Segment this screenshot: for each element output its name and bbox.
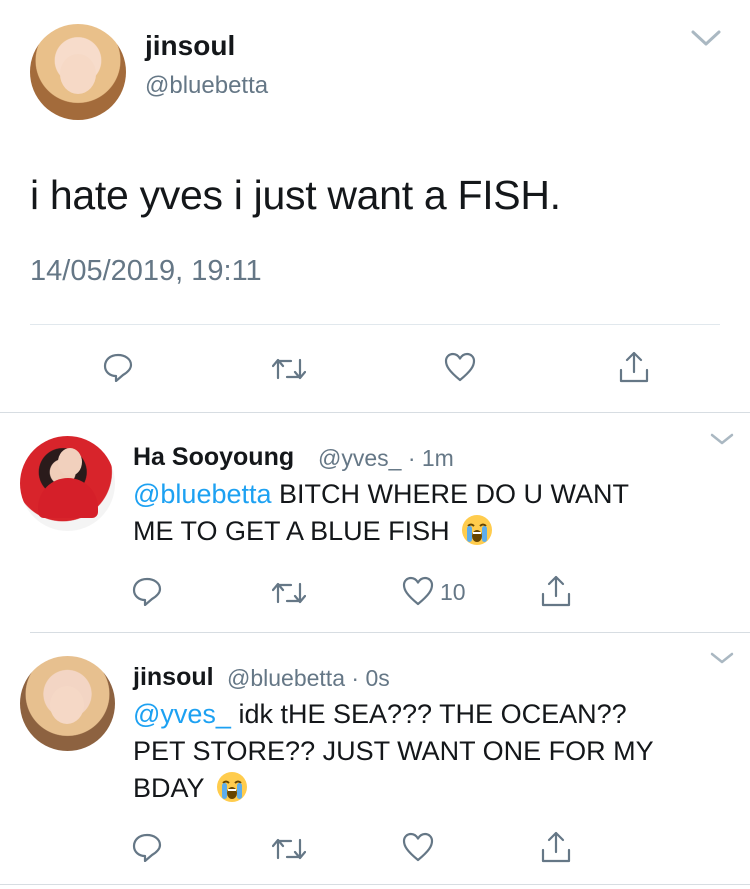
separator: · bbox=[351, 665, 360, 691]
author-name[interactable]: Ha Sooyoung bbox=[133, 443, 294, 472]
like-icon[interactable] bbox=[402, 832, 434, 862]
retweet-icon[interactable] bbox=[272, 356, 306, 382]
share-icon[interactable] bbox=[540, 830, 572, 864]
main-tweet: jinsoul @bluebetta i hate yves i just wa… bbox=[0, 0, 750, 412]
author-name[interactable]: jinsoul bbox=[133, 663, 214, 692]
author-handle[interactable]: @bluebetta bbox=[227, 665, 345, 691]
divider bbox=[0, 884, 750, 885]
tweet-timestamp: 14/05/2019, 19:11 bbox=[30, 255, 262, 287]
like-icon[interactable] bbox=[444, 352, 476, 382]
tweet-meta: @yves_ · 1m bbox=[318, 445, 454, 472]
text-line: ME TO GET A BLUE FISH bbox=[133, 516, 450, 546]
share-icon[interactable] bbox=[618, 350, 650, 384]
chevron-down-icon[interactable] bbox=[690, 28, 722, 48]
tweet-time: 0s bbox=[365, 665, 390, 691]
reply-icon[interactable] bbox=[103, 352, 133, 382]
text-line: BITCH WHERE DO U WANT bbox=[271, 479, 630, 509]
chevron-down-icon[interactable] bbox=[710, 432, 734, 446]
like-count: 10 bbox=[440, 579, 466, 605]
text-line: idk tHE SEA??? THE OCEAN?? bbox=[230, 699, 627, 729]
divider bbox=[30, 632, 750, 633]
loudly-crying-face-icon bbox=[462, 515, 493, 545]
tweet-time: 1m bbox=[421, 445, 454, 471]
reply-icon[interactable] bbox=[132, 832, 162, 862]
avatar[interactable] bbox=[20, 436, 115, 531]
tweet-meta: @bluebetta · 0s bbox=[227, 665, 390, 692]
divider bbox=[30, 324, 720, 325]
divider bbox=[0, 412, 750, 413]
chevron-down-icon[interactable] bbox=[710, 651, 734, 665]
loudly-crying-face-icon bbox=[216, 772, 247, 802]
retweet-icon[interactable] bbox=[272, 836, 306, 862]
text-line: PET STORE?? JUST WANT ONE FOR MY bbox=[133, 736, 654, 766]
separator: · bbox=[407, 445, 416, 471]
reply-icon[interactable] bbox=[132, 576, 162, 606]
text-line: BDAY bbox=[133, 773, 205, 803]
mention-link[interactable]: @yves_ bbox=[133, 699, 231, 729]
retweet-icon[interactable] bbox=[272, 580, 306, 606]
tweet-text: @bluebetta BITCH WHERE DO U WANT ME TO G… bbox=[133, 476, 713, 550]
tweet-text: @yves_ idk tHE SEA??? THE OCEAN?? PET ST… bbox=[133, 696, 713, 807]
tweet-text: i hate yves i just want a FISH. bbox=[30, 172, 561, 218]
share-icon[interactable] bbox=[540, 574, 572, 608]
author-name[interactable]: jinsoul bbox=[145, 30, 235, 62]
like-icon[interactable] bbox=[402, 576, 434, 606]
avatar[interactable] bbox=[20, 656, 115, 751]
author-handle[interactable]: @bluebetta bbox=[145, 72, 268, 100]
mention-link[interactable]: @bluebetta bbox=[133, 479, 272, 509]
author-handle[interactable]: @yves_ bbox=[318, 445, 401, 471]
avatar[interactable] bbox=[30, 24, 126, 120]
